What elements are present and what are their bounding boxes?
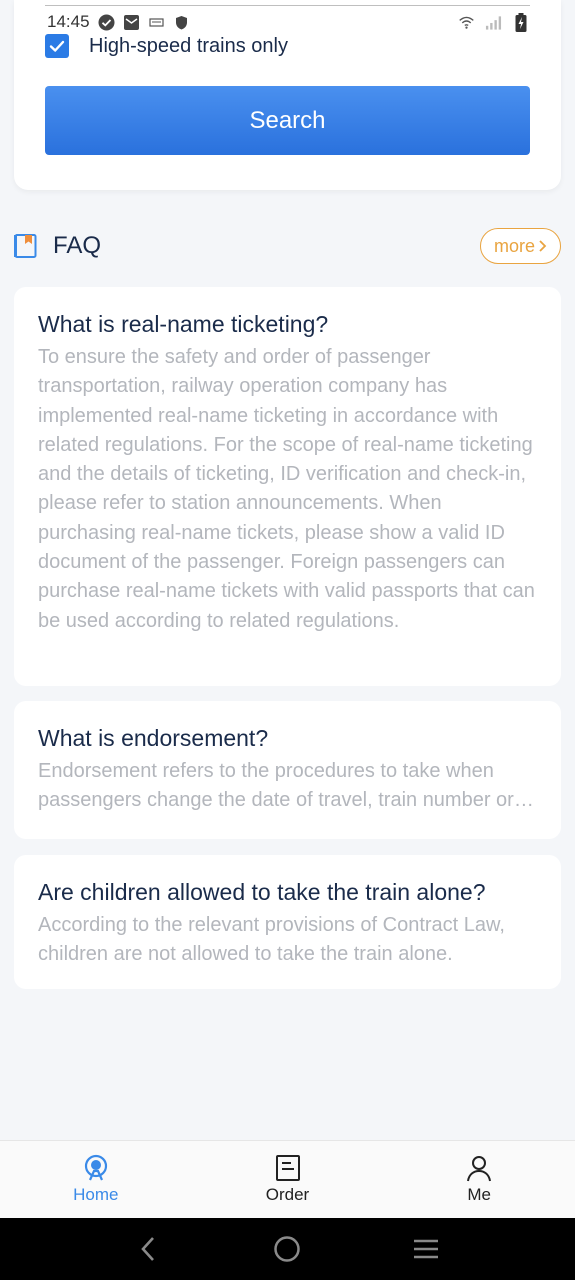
nav-home[interactable]: Home [0, 1141, 192, 1218]
nav-label: Order [265, 1185, 310, 1204]
recents-menu-icon[interactable] [409, 1232, 443, 1266]
faq-question: What is real-name ticketing? [38, 311, 329, 337]
mail-icon [123, 14, 140, 31]
bookmark-book-icon [14, 233, 38, 259]
faq-title: FAQ [53, 232, 102, 259]
faq-answer: To ensure the safety and order of passen… [38, 346, 535, 632]
faq-card-real-name[interactable]: What is real-name ticketing? To ensure t… [14, 287, 561, 686]
bottom-nav: Home Order Me [0, 1140, 575, 1218]
home-circle-icon[interactable] [270, 1232, 304, 1266]
more-label: more [493, 235, 535, 256]
faq-card-endorsement[interactable]: What is endorsement? Endorsement refers … [14, 701, 561, 839]
battery-charging-icon [512, 12, 529, 32]
faq-card-children[interactable]: Are children allowed to take the train a… [14, 855, 561, 989]
status-bar: 14:45 [0, 0, 575, 44]
order-icon [274, 1154, 302, 1182]
signal-icon [485, 14, 502, 31]
home-train-icon [82, 1154, 110, 1182]
nav-label: Me [467, 1185, 491, 1204]
faq-header: FAQ more [14, 228, 561, 264]
faq-question: Are children allowed to take the train a… [38, 879, 486, 905]
app-notification-icon [148, 14, 165, 31]
more-button[interactable]: more [480, 228, 561, 264]
back-icon[interactable] [132, 1232, 166, 1266]
faq-answer: According to the relevant provisions of … [38, 914, 505, 966]
faq-answer: Endorsement refers to the procedures to … [38, 760, 514, 812]
wifi-icon [458, 14, 475, 31]
shield-icon [173, 14, 190, 31]
person-icon [465, 1154, 493, 1182]
nav-me[interactable]: Me [383, 1141, 575, 1218]
chevron-right-icon [539, 240, 547, 252]
system-nav-bar [0, 1218, 575, 1280]
check-circle-icon [98, 14, 115, 31]
nav-order[interactable]: Order [192, 1141, 384, 1218]
nav-label: Home [73, 1185, 119, 1204]
status-time: 14:45 [47, 12, 90, 31]
search-button[interactable]: Search [45, 86, 530, 155]
faq-question: What is endorsement? [38, 725, 269, 751]
